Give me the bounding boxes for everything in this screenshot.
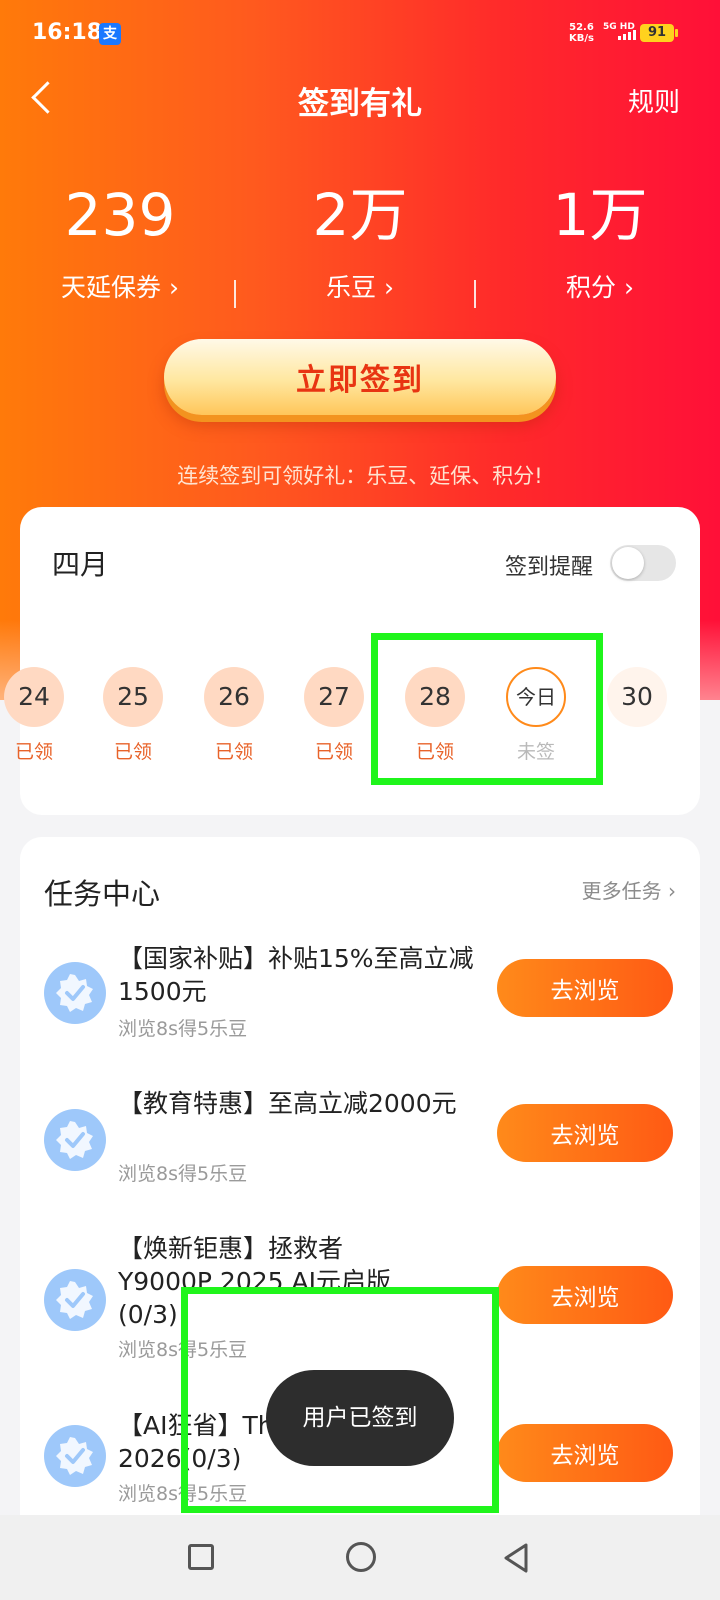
calendar-day[interactable]: 30 bbox=[591, 667, 683, 737]
stat-label: 天延保券 › bbox=[61, 273, 179, 302]
day-status: 已领 bbox=[214, 741, 253, 763]
verified-badge-icon bbox=[44, 1425, 106, 1487]
more-tasks-link[interactable]: 更多任务 › bbox=[582, 875, 676, 904]
highlight-box-calendar bbox=[371, 633, 603, 785]
verified-badge-icon bbox=[44, 962, 106, 1024]
task-reward: 浏览8s得5乐豆 bbox=[118, 1163, 248, 1185]
stat-value: 239 bbox=[64, 181, 176, 249]
day-status: 已领 bbox=[113, 741, 152, 763]
stat-points[interactable]: 1万 积分 › bbox=[480, 180, 720, 304]
calendar-day[interactable]: 27 已领 bbox=[288, 667, 380, 764]
network-speed-value: 52.6 bbox=[569, 22, 594, 33]
divider bbox=[474, 280, 476, 308]
task-item: 【国家补贴】补贴15%至高立减1500元 浏览8s得5乐豆 去浏览 bbox=[20, 942, 700, 1062]
nav-bar: 签到有礼 规则 bbox=[0, 70, 720, 126]
task-name: 【教育特惠】至高立减2000元 bbox=[118, 1089, 457, 1118]
back-triangle-icon[interactable] bbox=[502, 1542, 530, 1574]
day-status: 已领 bbox=[314, 741, 353, 763]
checkin-hint: 连续签到可领好礼：乐豆、延保、积分! bbox=[177, 464, 543, 488]
recent-apps-icon[interactable] bbox=[188, 1544, 214, 1570]
day-number: 26 bbox=[204, 667, 264, 727]
day-status: 已领 bbox=[14, 741, 53, 763]
stat-label: 积分 › bbox=[566, 273, 634, 302]
task-item: 【教育特惠】至高立减2000元 浏览8s得5乐豆 去浏览 bbox=[20, 1087, 700, 1207]
page-title: 签到有礼 bbox=[298, 86, 422, 122]
calendar-day[interactable]: 25 已领 bbox=[87, 667, 179, 764]
stat-label: 乐豆 › bbox=[326, 273, 394, 302]
day-number: 27 bbox=[304, 667, 364, 727]
browse-button[interactable]: 去浏览 bbox=[497, 1266, 673, 1324]
pay-app-icon: 支 bbox=[99, 23, 121, 45]
reminder-label: 签到提醒 bbox=[505, 555, 594, 580]
task-name: 【国家补贴】补贴15%至高立减1500元 bbox=[118, 944, 474, 1006]
home-icon[interactable] bbox=[346, 1542, 376, 1572]
browse-button[interactable]: 去浏览 bbox=[497, 1424, 673, 1482]
day-number: 30 bbox=[607, 667, 667, 727]
system-nav-bar bbox=[0, 1515, 720, 1600]
divider bbox=[234, 280, 236, 308]
battery-icon: 91 bbox=[640, 24, 678, 42]
calendar-day[interactable]: 26 已领 bbox=[188, 667, 280, 764]
toast-message: 用户已签到 bbox=[266, 1370, 454, 1466]
day-number: 24 bbox=[4, 667, 64, 727]
network-speed-unit: KB/s bbox=[569, 33, 594, 44]
stat-warranty-coupons[interactable]: 239 天延保券 › bbox=[0, 180, 240, 304]
verified-badge-icon bbox=[44, 1269, 106, 1331]
task-center-title: 任务中心 bbox=[44, 877, 161, 911]
calendar-day[interactable]: 24 已领 bbox=[0, 667, 80, 764]
checkin-button[interactable]: 立即签到 bbox=[164, 339, 556, 415]
task-reward: 浏览8s得5乐豆 bbox=[118, 1018, 248, 1040]
status-time: 16:18 bbox=[32, 20, 103, 45]
browse-button[interactable]: 去浏览 bbox=[497, 959, 673, 1017]
rules-link[interactable]: 规则 bbox=[628, 82, 680, 119]
network-speed: 52.6 KB/s bbox=[569, 22, 594, 44]
stat-value: 1万 bbox=[552, 181, 648, 249]
stat-ledou[interactable]: 2万 乐豆 › bbox=[240, 180, 480, 304]
day-number: 25 bbox=[103, 667, 163, 727]
browse-button[interactable]: 去浏览 bbox=[497, 1104, 673, 1162]
stat-value: 2万 bbox=[312, 181, 408, 249]
verified-badge-icon bbox=[44, 1109, 106, 1171]
signal-icon bbox=[618, 30, 636, 40]
status-bar: 16:18 支 52.6 KB/s 5G HD 91 bbox=[0, 0, 720, 68]
month-title: 四月 bbox=[52, 548, 109, 581]
reminder-toggle[interactable] bbox=[610, 545, 676, 581]
